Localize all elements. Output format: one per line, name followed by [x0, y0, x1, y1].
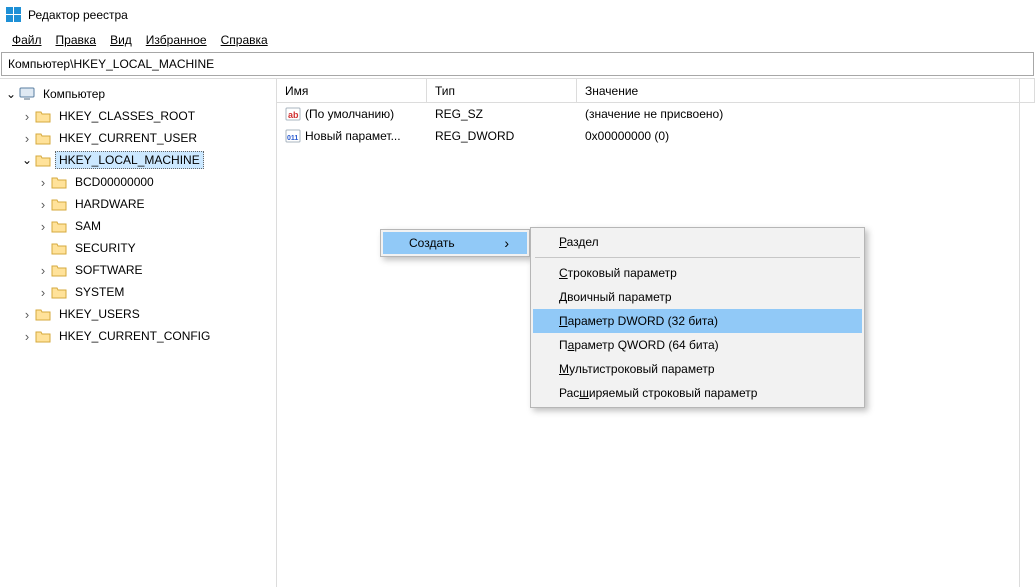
svg-text:011: 011: [287, 135, 298, 142]
tree-label: BCD00000000: [71, 173, 158, 191]
tree-label: HARDWARE: [71, 195, 149, 213]
tree-label: HKEY_LOCAL_MACHINE: [55, 151, 204, 169]
menu-help[interactable]: Справка: [215, 32, 274, 48]
menu-label: Параметр QWORD (64 бита): [559, 338, 719, 352]
cell-text: REG_DWORD: [427, 129, 577, 143]
menu-label: Мультистроковый параметр: [559, 362, 715, 376]
folder-icon: [35, 329, 51, 343]
window-title: Редактор реестра: [28, 8, 128, 22]
tree-label: SOFTWARE: [71, 261, 147, 279]
tree-label: SECURITY: [71, 239, 140, 257]
expander-icon[interactable]: [36, 285, 50, 300]
tree-node-hklm[interactable]: HKEY_LOCAL_MACHINE: [20, 149, 276, 171]
tree-node-hku[interactable]: HKEY_USERS: [20, 303, 276, 325]
folder-icon: [51, 263, 67, 277]
tree-label: HKEY_CURRENT_USER: [55, 129, 201, 147]
folder-icon: [35, 307, 51, 321]
submenu-arrow-icon: [504, 235, 509, 251]
context-submenu: Раздел Строковый параметр Двоичный парам…: [530, 227, 865, 408]
list-header: Имя Тип Значение: [277, 79, 1035, 103]
menu-file[interactable]: Файл: [6, 32, 48, 48]
menu-label: Параметр DWORD (32 бита): [559, 314, 718, 328]
tree-pane[interactable]: Компьютер HKEY_CLASSES_ROOT: [0, 79, 277, 587]
cell-text: Новый парамет...: [305, 129, 401, 143]
tree-node-system[interactable]: SYSTEM: [36, 281, 276, 303]
folder-icon: [51, 197, 67, 211]
tree-node-hkcc[interactable]: HKEY_CURRENT_CONFIG: [20, 325, 276, 347]
expander-icon[interactable]: [20, 109, 34, 124]
submenu-item-qword[interactable]: Параметр QWORD (64 бита): [533, 333, 862, 357]
tree-node-bcd[interactable]: BCD00000000: [36, 171, 276, 193]
menu-bar: Файл Правка Вид Избранное Справка: [0, 30, 1035, 50]
col-value[interactable]: Значение: [577, 79, 1035, 102]
context-menu: Создать: [380, 229, 530, 257]
folder-icon: [35, 109, 51, 123]
cell-text: 0x00000000 (0): [577, 129, 1035, 143]
menu-separator: [535, 257, 860, 258]
folder-icon: [35, 131, 51, 145]
tree-node-sam[interactable]: SAM: [36, 215, 276, 237]
folder-icon: [51, 285, 67, 299]
menu-label: Двоичный параметр: [559, 290, 672, 304]
folder-icon: [35, 153, 51, 167]
tree-label: HKEY_CLASSES_ROOT: [55, 107, 199, 125]
tree-node-hardware[interactable]: HARDWARE: [36, 193, 276, 215]
tree-node-security[interactable]: SECURITY: [36, 237, 276, 259]
computer-icon: [19, 87, 35, 101]
submenu-item-key[interactable]: Раздел: [533, 230, 862, 254]
folder-icon: [51, 219, 67, 233]
string-value-icon: ab: [285, 106, 301, 122]
expander-icon[interactable]: [20, 131, 34, 146]
expander-icon[interactable]: [36, 197, 50, 212]
address-text: Компьютер\HKEY_LOCAL_MACHINE: [8, 57, 214, 71]
binary-value-icon: 011: [285, 128, 301, 144]
folder-icon: [51, 241, 67, 255]
cell-text: (По умолчанию): [305, 107, 394, 121]
col-name[interactable]: Имя: [277, 79, 427, 102]
app-icon: [6, 7, 22, 23]
tree-label: Компьютер: [39, 85, 109, 103]
tree-label: HKEY_USERS: [55, 305, 144, 323]
cell-text: REG_SZ: [427, 107, 577, 121]
list-row[interactable]: 011 Новый парамет... REG_DWORD 0x0000000…: [277, 125, 1035, 147]
list-row[interactable]: ab (По умолчанию) REG_SZ (значение не пр…: [277, 103, 1035, 125]
context-item-create[interactable]: Создать: [383, 232, 527, 254]
menu-favorites[interactable]: Избранное: [140, 32, 213, 48]
folder-icon: [51, 175, 67, 189]
submenu-item-string[interactable]: Строковый параметр: [533, 261, 862, 285]
menu-label: Расширяемый строковый параметр: [559, 386, 757, 400]
svg-text:ab: ab: [288, 110, 299, 120]
tree-label: HKEY_CURRENT_CONFIG: [55, 327, 214, 345]
submenu-item-expandstring[interactable]: Расширяемый строковый параметр: [533, 381, 862, 405]
menu-label: Строковый параметр: [559, 266, 677, 280]
menu-view[interactable]: Вид: [104, 32, 138, 48]
menu-edit[interactable]: Правка: [50, 32, 103, 48]
address-bar[interactable]: Компьютер\HKEY_LOCAL_MACHINE: [1, 52, 1034, 76]
cell-text: (значение не присвоено): [577, 107, 1035, 121]
submenu-item-dword[interactable]: Параметр DWORD (32 бита): [533, 309, 862, 333]
title-bar: Редактор реестра: [0, 0, 1035, 30]
tree-label: SAM: [71, 217, 105, 235]
tree-node-computer[interactable]: Компьютер: [4, 83, 276, 105]
tree-node-software[interactable]: SOFTWARE: [36, 259, 276, 281]
submenu-item-binary[interactable]: Двоичный параметр: [533, 285, 862, 309]
expander-icon[interactable]: [4, 87, 18, 101]
expander-icon[interactable]: [20, 307, 34, 322]
scrollbar-area: [1019, 79, 1035, 587]
tree-node-hkcr[interactable]: HKEY_CLASSES_ROOT: [20, 105, 276, 127]
menu-label: Создать: [409, 236, 455, 250]
expander-icon[interactable]: [36, 263, 50, 278]
expander-icon[interactable]: [20, 329, 34, 344]
tree-node-hkcu[interactable]: HKEY_CURRENT_USER: [20, 127, 276, 149]
expander-icon[interactable]: [36, 175, 50, 190]
col-type[interactable]: Тип: [427, 79, 577, 102]
tree-label: SYSTEM: [71, 283, 128, 301]
expander-icon[interactable]: [36, 219, 50, 234]
menu-label: Раздел: [559, 235, 599, 249]
expander-icon[interactable]: [20, 153, 34, 167]
submenu-item-multistring[interactable]: Мультистроковый параметр: [533, 357, 862, 381]
